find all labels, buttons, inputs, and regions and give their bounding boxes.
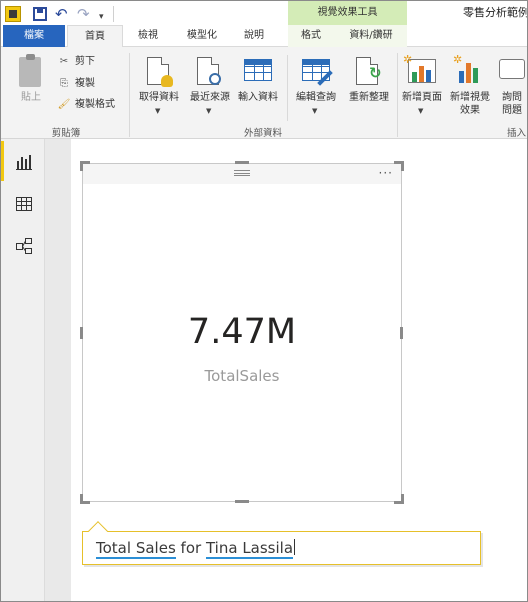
redo-icon[interactable]: ↷ bbox=[77, 5, 90, 23]
recent-sources-dropdown-icon: ▼ bbox=[206, 107, 212, 115]
resize-handle-top-left[interactable] bbox=[80, 161, 90, 171]
copy-button[interactable]: ⎘ 複製 bbox=[57, 75, 95, 93]
canvas-margin bbox=[45, 139, 71, 601]
group-divider bbox=[397, 53, 398, 137]
drag-handle-icon[interactable] bbox=[234, 170, 250, 176]
new-page-button[interactable]: ✲ 新增頁面 ▼ bbox=[399, 51, 445, 121]
database-icon bbox=[161, 75, 173, 87]
qna-word: Sales bbox=[135, 539, 176, 557]
relationships-view-icon bbox=[16, 238, 32, 254]
title-bar: ↶ ↷ ▾ 視覺效果工具 零售分析範例 bbox=[1, 1, 528, 27]
edit-queries-dropdown-icon: ▼ bbox=[312, 107, 318, 115]
ask-question-label-line1: 詢問 bbox=[502, 92, 522, 103]
qna-word: Lassila bbox=[242, 539, 294, 557]
customize-toolbar-icon[interactable]: ▾ bbox=[99, 8, 104, 26]
sparkle-icon: ✲ bbox=[453, 53, 463, 66]
copy-icon: ⎘ bbox=[60, 78, 68, 89]
resize-handle-top[interactable] bbox=[235, 161, 249, 164]
recent-sources-label: 最近來源 bbox=[190, 92, 230, 103]
format-painter-button[interactable]: 🖌 複製格式 bbox=[57, 96, 115, 114]
undo-icon[interactable]: ↶ bbox=[55, 5, 68, 23]
report-view-button[interactable] bbox=[1, 141, 45, 181]
ribbon: 貼上 ✂ 剪下 ⎘ 複製 🖌 複製格式 剪貼簿 取得資料 ▼ 最近來源 ▼ 輸入資料 bbox=[1, 47, 527, 139]
new-page-label: 新增頁面 bbox=[402, 92, 442, 103]
enter-data-button[interactable]: 輸入資料 bbox=[235, 51, 281, 121]
new-visual-label-line1: 新增視覺 bbox=[450, 92, 490, 103]
qna-word: Tina bbox=[205, 539, 238, 557]
ribbon-tabs: 檔案 首頁 檢視 模型化 說明 格式 資料/鑽研 bbox=[1, 25, 527, 48]
save-icon[interactable] bbox=[33, 7, 47, 21]
external-data-group-label: 外部資料 bbox=[243, 128, 282, 139]
relationships-view-button[interactable] bbox=[1, 225, 45, 265]
power-bi-logo-icon bbox=[5, 6, 21, 22]
group-divider bbox=[129, 53, 130, 137]
resize-handle-bottom-left[interactable] bbox=[80, 494, 90, 504]
tab-modeling[interactable]: 模型化 bbox=[177, 25, 227, 47]
card-label: TotalSales bbox=[204, 367, 280, 385]
qna-term-tina-lassila: Tina Lassila bbox=[205, 539, 294, 559]
cut-button[interactable]: ✂ 剪下 bbox=[57, 53, 95, 71]
sparkle-icon: ✲ bbox=[403, 53, 413, 66]
edit-queries-button[interactable]: 編輯查詢 ▼ bbox=[291, 51, 341, 121]
format-painter-label: 複製格式 bbox=[75, 99, 115, 110]
data-view-button[interactable] bbox=[1, 183, 45, 223]
recent-sources-button[interactable]: 最近來源 ▼ bbox=[185, 51, 235, 121]
bar-chart-icon bbox=[459, 59, 483, 83]
card-visual[interactable]: ··· 7.47M TotalSales bbox=[82, 163, 402, 502]
refresh-button[interactable]: ↻ 重新整理 bbox=[343, 51, 395, 121]
resize-handle-bottom-right[interactable] bbox=[394, 494, 404, 504]
speech-bubble-icon bbox=[499, 59, 525, 79]
enter-data-label: 輸入資料 bbox=[238, 92, 278, 103]
resize-handle-left[interactable] bbox=[80, 327, 83, 339]
ask-question-button[interactable]: 詢問 問題 bbox=[495, 51, 527, 121]
cut-label: 剪下 bbox=[75, 56, 95, 67]
tab-format[interactable]: 格式 bbox=[293, 25, 329, 47]
table-grid-icon bbox=[244, 59, 272, 81]
paste-label: 貼上 bbox=[21, 92, 41, 103]
ask-question-label-line2: 問題 bbox=[502, 105, 522, 116]
refresh-label: 重新整理 bbox=[349, 92, 389, 103]
paste-icon bbox=[19, 54, 41, 87]
new-visual-label-line2: 效果 bbox=[460, 105, 480, 116]
toolbar-divider bbox=[113, 6, 114, 22]
tab-file[interactable]: 檔案 bbox=[3, 25, 65, 47]
refresh-icon: ↻ bbox=[369, 64, 382, 82]
contextual-tab-group-title: 視覺效果工具 bbox=[288, 1, 407, 25]
new-page-dropdown-icon: ▼ bbox=[418, 107, 424, 115]
new-visual-button[interactable]: ✲ 新增視覺 效果 bbox=[447, 51, 493, 121]
paste-button[interactable]: 貼上 bbox=[9, 47, 53, 117]
copy-label: 複製 bbox=[75, 78, 95, 89]
clipboard-group-label: 剪貼簿 bbox=[51, 128, 81, 139]
power-bi-window: ↶ ↷ ▾ 視覺效果工具 零售分析範例 檔案 首頁 檢視 模型化 說明 格式 資… bbox=[0, 0, 528, 602]
text-cursor bbox=[294, 539, 296, 555]
scissors-icon: ✂ bbox=[59, 56, 69, 67]
qna-word: Total bbox=[96, 539, 132, 557]
clock-icon bbox=[209, 73, 221, 85]
resize-handle-bottom[interactable] bbox=[235, 500, 249, 503]
qna-query-text[interactable]: Total Sales for Tina Lassila bbox=[96, 539, 296, 559]
active-indicator bbox=[1, 141, 4, 181]
get-data-label: 取得資料 bbox=[139, 92, 179, 103]
paintbrush-icon: 🖌 bbox=[57, 99, 71, 110]
qna-word: for bbox=[180, 539, 202, 557]
card-value: 7.47M bbox=[187, 312, 297, 352]
tab-home[interactable]: 首頁 bbox=[67, 25, 123, 48]
view-switcher bbox=[1, 139, 45, 601]
qna-input[interactable]: Total Sales for Tina Lassila bbox=[82, 521, 481, 565]
insert-group-label: 插入 bbox=[507, 128, 527, 139]
edit-queries-label: 編輯查詢 bbox=[296, 92, 336, 103]
get-data-button[interactable]: 取得資料 ▼ bbox=[135, 51, 183, 121]
get-data-dropdown-icon: ▼ bbox=[155, 107, 161, 115]
qna-term-total-sales: Total Sales bbox=[96, 539, 176, 559]
window-title: 零售分析範例 bbox=[463, 6, 528, 19]
resize-handle-right[interactable] bbox=[400, 327, 403, 339]
tab-data-drill[interactable]: 資料/鑽研 bbox=[340, 25, 402, 47]
resize-handle-top-right[interactable] bbox=[394, 161, 404, 171]
more-options-icon[interactable]: ··· bbox=[379, 166, 393, 180]
group-divider bbox=[287, 55, 288, 121]
data-view-icon bbox=[16, 197, 32, 211]
tab-help[interactable]: 說明 bbox=[236, 25, 272, 47]
report-view-icon bbox=[16, 155, 32, 170]
tab-view[interactable]: 檢視 bbox=[128, 25, 168, 47]
